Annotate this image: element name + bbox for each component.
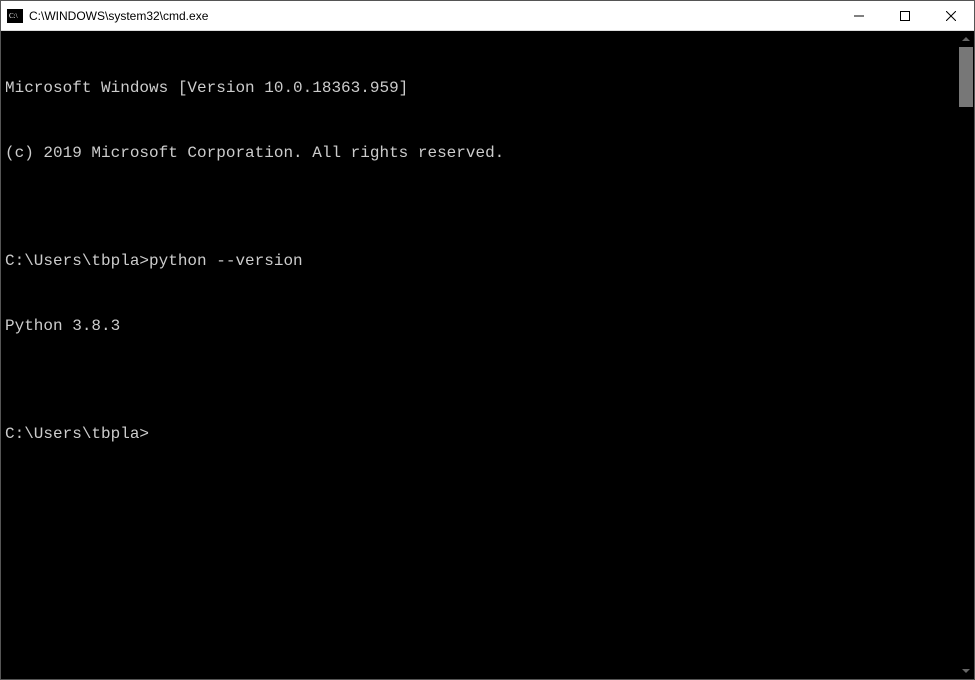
cmd-icon: C:\ <box>7 8 23 24</box>
terminal-line: Microsoft Windows [Version 10.0.18363.95… <box>5 78 958 100</box>
minimize-button[interactable] <box>836 1 882 30</box>
svg-text:C:\: C:\ <box>9 12 18 20</box>
scrollbar[interactable] <box>958 31 974 679</box>
terminal-line: Python 3.8.3 <box>5 316 958 338</box>
scrollbar-track[interactable] <box>958 47 974 663</box>
scrollbar-thumb[interactable] <box>959 47 973 107</box>
maximize-button[interactable] <box>882 1 928 30</box>
terminal-content[interactable]: Microsoft Windows [Version 10.0.18363.95… <box>1 31 958 679</box>
terminal-line: (c) 2019 Microsoft Corporation. All righ… <box>5 143 958 165</box>
scrollbar-up-arrow-icon[interactable] <box>958 31 974 47</box>
terminal-area[interactable]: Microsoft Windows [Version 10.0.18363.95… <box>1 31 974 679</box>
window-controls <box>836 1 974 30</box>
window-title: C:\WINDOWS\system32\cmd.exe <box>29 9 836 23</box>
close-button[interactable] <box>928 1 974 30</box>
terminal-line: C:\Users\tbpla>python --version <box>5 251 958 273</box>
scrollbar-down-arrow-icon[interactable] <box>958 663 974 679</box>
cmd-window: C:\ C:\WINDOWS\system32\cmd.exe <box>0 0 975 680</box>
titlebar[interactable]: C:\ C:\WINDOWS\system32\cmd.exe <box>1 1 974 31</box>
terminal-line: C:\Users\tbpla> <box>5 424 958 446</box>
